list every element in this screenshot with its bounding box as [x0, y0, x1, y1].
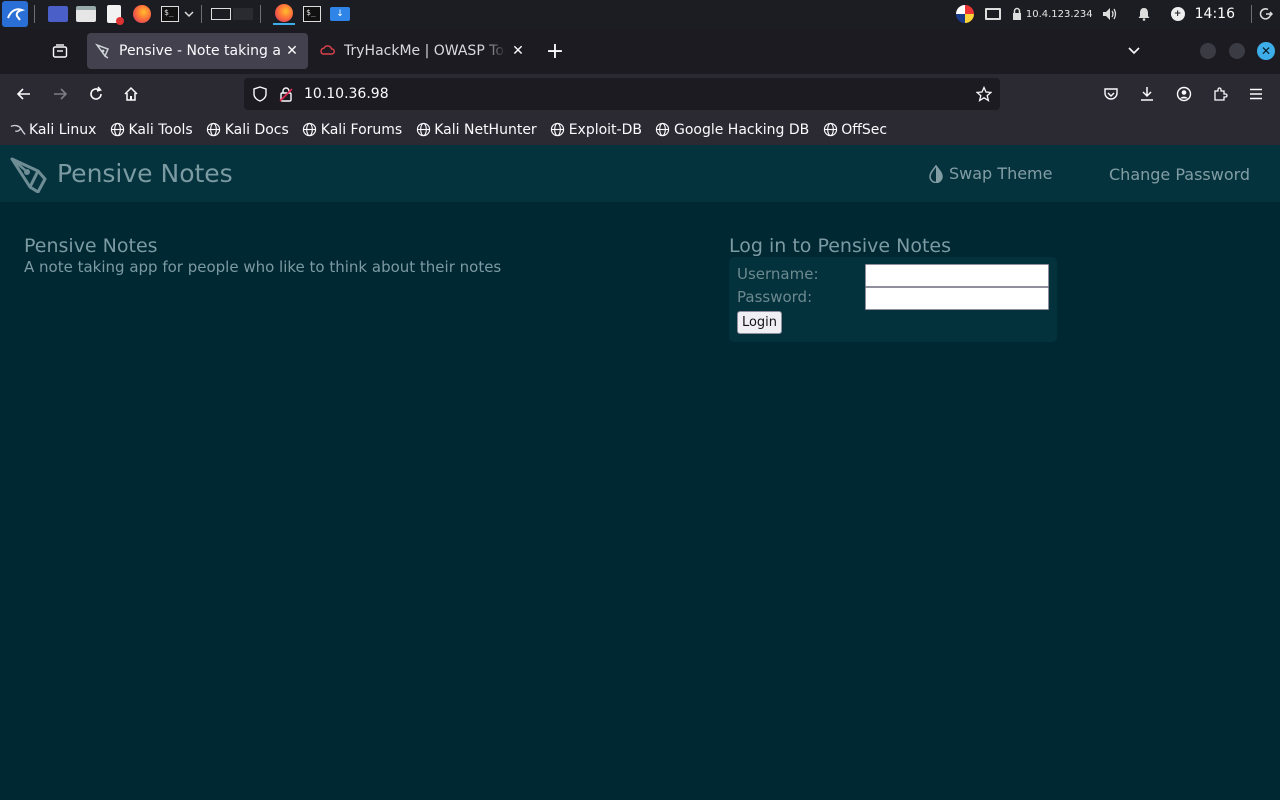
bookmark-label: Kali Tools: [128, 121, 193, 138]
list-all-tabs-chevron-icon[interactable]: [1122, 39, 1146, 63]
intro-subtitle: A note taking app for people who like to…: [24, 258, 502, 276]
os-taskbar: $_ $_ ↓ 10.4.123.234 + 14:16: [0, 0, 1280, 28]
bookmark-kali-tools[interactable]: Kali Tools: [109, 121, 193, 138]
swap-theme-link[interactable]: Swap Theme: [928, 164, 1052, 183]
hamburger-menu-icon[interactable]: [1244, 82, 1268, 106]
display-icon[interactable]: [982, 3, 1004, 25]
new-tab-plus-icon[interactable]: +: [543, 39, 567, 64]
bookmark-kali-forums[interactable]: Kali Forums: [302, 122, 402, 138]
tab-tryhackme[interactable]: TryHackMe | OWASP Top 10 - 2021 ✕: [312, 33, 534, 69]
globe-icon: [302, 122, 318, 138]
login-heading: Log in to Pensive Notes: [729, 235, 951, 257]
minimize-window-button[interactable]: [1200, 43, 1216, 59]
password-input[interactable]: [865, 287, 1049, 310]
file-manager-icon[interactable]: [75, 3, 97, 25]
bookmark-google-hacking-db[interactable]: Google Hacking DB: [655, 122, 809, 138]
network-vpn-icon[interactable]: [1010, 3, 1024, 25]
terminal-window-icon[interactable]: $_: [301, 3, 323, 25]
firefox-view-icon[interactable]: [48, 39, 72, 63]
droplet-icon: [928, 164, 944, 183]
bookmark-label: Kali Linux: [29, 121, 97, 138]
close-tab-icon[interactable]: ✕: [510, 43, 526, 59]
intro-title: Pensive Notes: [24, 235, 158, 257]
globe-icon: [822, 122, 838, 138]
username-label: Username:: [737, 265, 819, 283]
maximize-window-button[interactable]: [1229, 43, 1245, 59]
taskbar-separator: [34, 5, 35, 23]
firefox-window-icon[interactable]: [273, 3, 295, 25]
pen-nib-logo-icon[interactable]: [8, 153, 48, 194]
volume-icon[interactable]: [1099, 3, 1121, 25]
bookmark-kali-linux[interactable]: Kali Linux: [10, 122, 96, 138]
account-icon[interactable]: [1172, 82, 1196, 106]
pocket-icon[interactable]: [1099, 82, 1123, 106]
site-header: Pensive Notes Swap Theme Change Password: [0, 145, 1280, 202]
back-arrow-icon[interactable]: [12, 82, 36, 106]
kali-dragon-icon: [10, 122, 26, 138]
pen-nib-favicon-icon: [95, 43, 111, 59]
workspace-2-icon[interactable]: [232, 3, 254, 25]
home-icon[interactable]: [119, 82, 143, 106]
login-form: Username: Password: Login: [729, 257, 1057, 342]
extensions-icon[interactable]: [1208, 82, 1232, 106]
text-editor-icon[interactable]: [103, 3, 125, 25]
taskbar-separator: [1251, 5, 1252, 23]
taskbar-separator: [201, 5, 202, 23]
firefox-launcher-icon[interactable]: [131, 3, 153, 25]
forward-arrow-icon[interactable]: [48, 82, 72, 106]
reload-icon[interactable]: [84, 82, 108, 106]
downloads-icon[interactable]: [1135, 82, 1159, 106]
tab-pensive[interactable]: Pensive - Note taking app ✕: [87, 33, 308, 69]
bookmark-offsec[interactable]: OffSec: [822, 122, 887, 138]
change-password-link[interactable]: Change Password: [1109, 165, 1250, 184]
globe-icon: [109, 122, 125, 138]
bookmark-star-icon[interactable]: [972, 82, 996, 106]
bookmark-exploit-db[interactable]: Exploit-DB: [550, 122, 642, 138]
tracking-protection-shield-icon[interactable]: [250, 84, 270, 104]
notifications-bell-icon[interactable]: [1133, 3, 1155, 25]
intro-section: Pensive Notes A note taking app for peop…: [24, 235, 501, 276]
address-bar[interactable]: 10.10.36.98: [244, 78, 1000, 110]
insecure-lock-icon[interactable]: [276, 84, 296, 104]
kali-menu-icon[interactable]: [2, 1, 28, 27]
network-ip-label: 10.4.123.234: [1025, 8, 1093, 20]
app-indicator-icon[interactable]: [954, 3, 976, 25]
bookmark-label: Kali NetHunter: [434, 121, 537, 138]
globe-icon: [550, 122, 566, 138]
workspace-1-icon[interactable]: [210, 3, 232, 25]
swap-theme-label: Swap Theme: [949, 164, 1053, 183]
bookmark-label: Google Hacking DB: [673, 121, 810, 138]
tab-title: TryHackMe | OWASP Top 10 - 2021: [344, 43, 506, 59]
url-text: 10.10.36.98: [304, 86, 389, 102]
tab-title: Pensive - Note taking app: [119, 43, 280, 59]
bookmark-label: OffSec: [841, 121, 888, 138]
password-label: Password:: [737, 288, 813, 306]
web-page: Pensive Notes Swap Theme Change Password…: [0, 145, 1280, 800]
close-window-button[interactable]: ✕: [1257, 42, 1275, 60]
globe-icon: [655, 122, 671, 138]
taskbar-separator: [260, 5, 261, 23]
bookmarks-toolbar: Kali Linux Kali Tools Kali Docs Kali For…: [0, 114, 1280, 145]
globe-icon: [415, 122, 431, 138]
downloads-folder-icon[interactable]: ↓: [329, 3, 351, 25]
bookmark-label: Kali Forums: [320, 121, 403, 138]
login-button[interactable]: Login: [737, 311, 782, 334]
bookmark-kali-nethunter[interactable]: Kali NetHunter: [415, 121, 537, 138]
chevron-down-icon[interactable]: [183, 3, 195, 25]
logout-icon[interactable]: [1258, 3, 1274, 25]
close-tab-icon[interactable]: ✕: [284, 43, 300, 59]
bookmark-kali-docs[interactable]: Kali Docs: [206, 122, 289, 138]
browser-nav-toolbar: 10.10.36.98: [0, 74, 1280, 114]
terminal-launcher-icon[interactable]: $_: [159, 3, 181, 25]
site-brand[interactable]: Pensive Notes: [57, 159, 233, 188]
show-desktop-icon[interactable]: [47, 3, 69, 25]
power-status-icon[interactable]: +: [1167, 3, 1189, 25]
clock[interactable]: 14:16: [1195, 6, 1235, 22]
username-input[interactable]: [865, 264, 1049, 287]
tryhackme-favicon-icon: [320, 43, 336, 59]
bookmark-label: Exploit-DB: [568, 121, 642, 138]
bookmark-label: Kali Docs: [224, 121, 289, 138]
globe-icon: [206, 122, 222, 138]
browser-tab-strip: Pensive - Note taking app ✕ TryHackMe | …: [0, 28, 1280, 74]
